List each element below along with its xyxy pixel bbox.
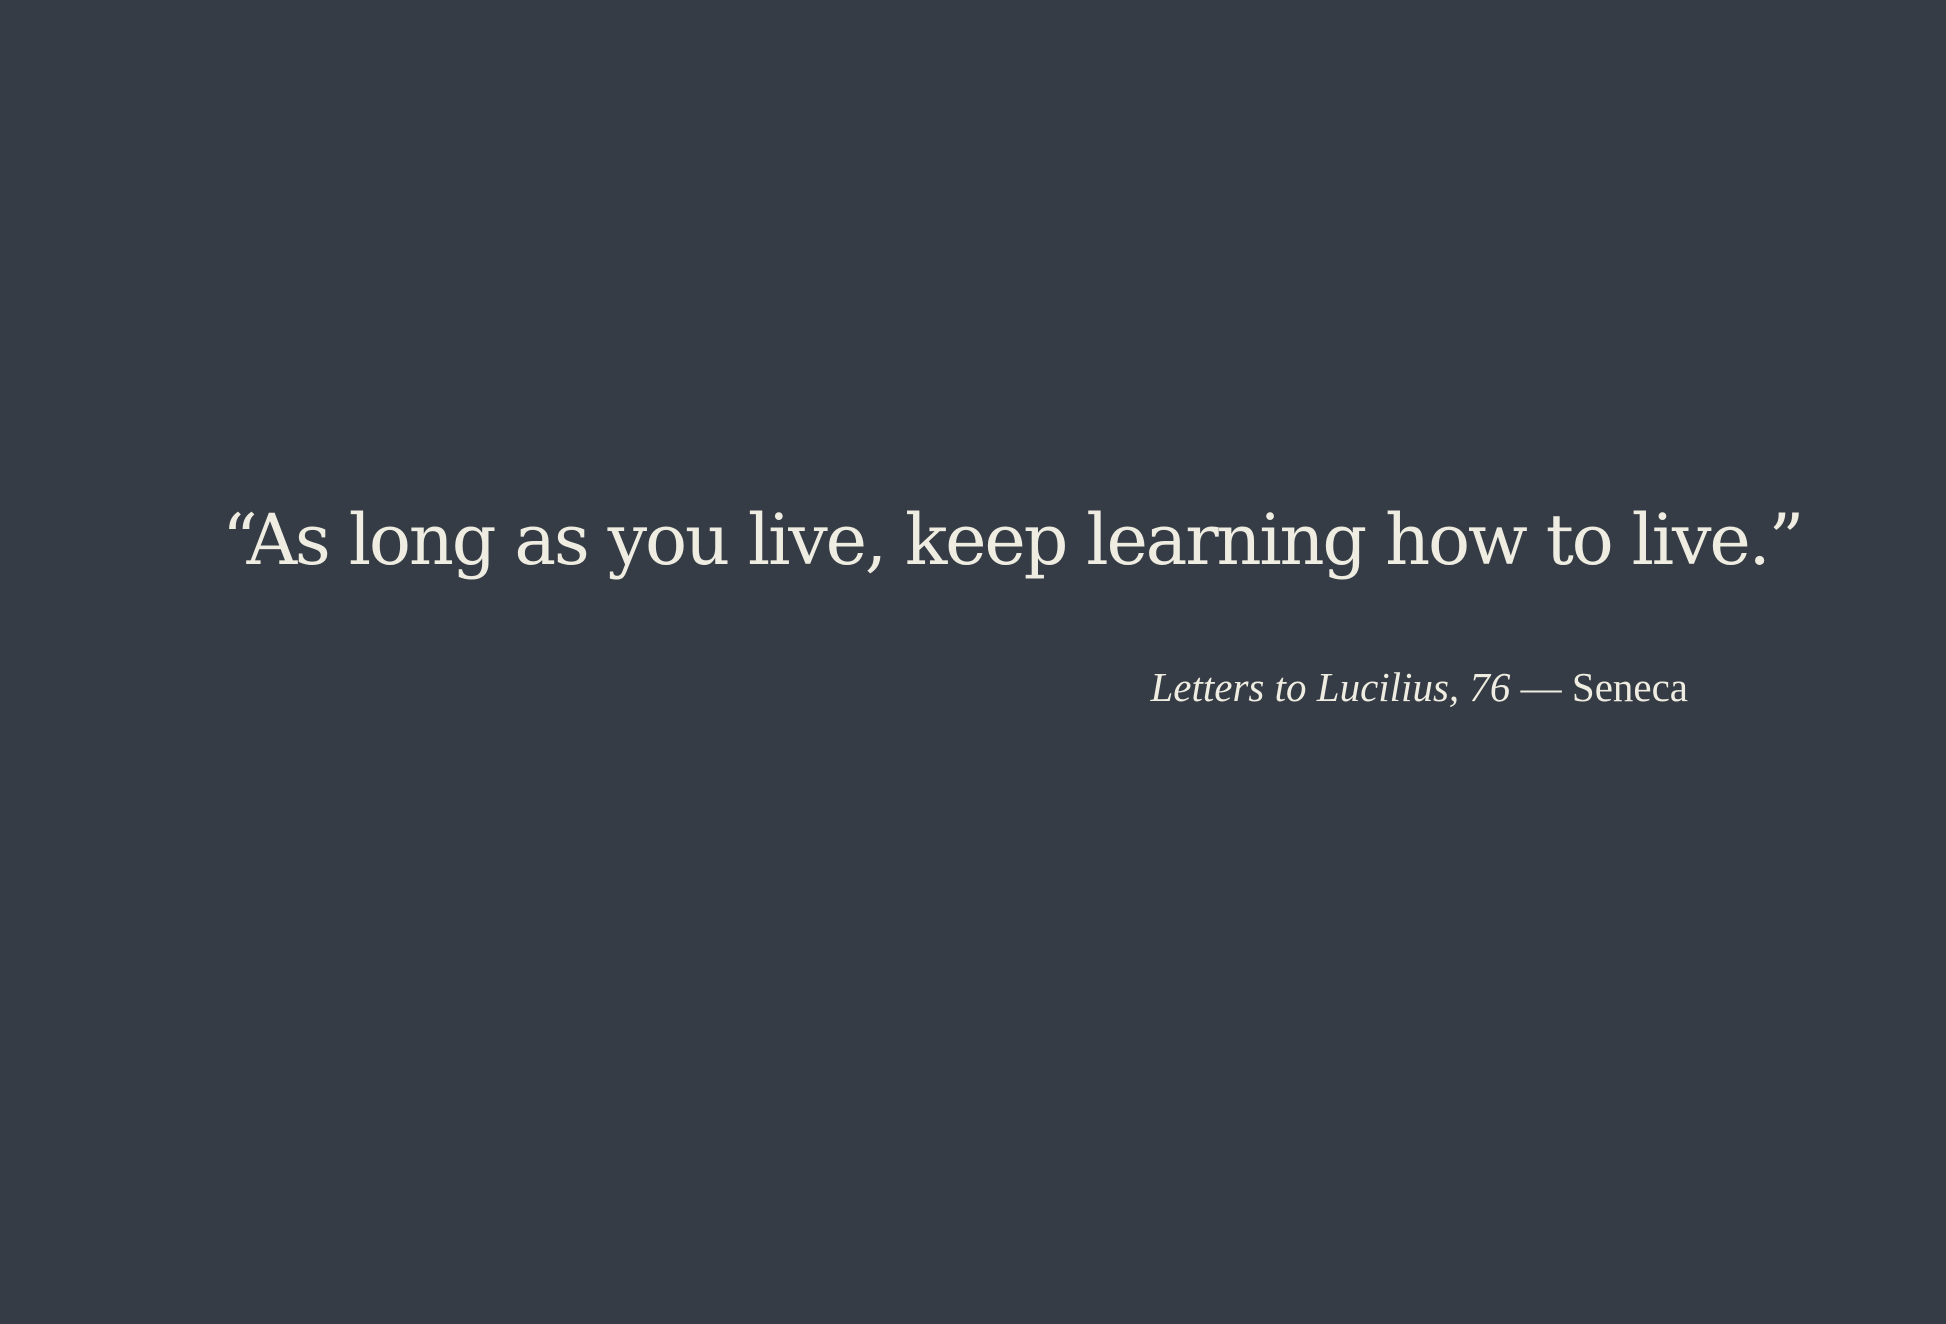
attribution-separator: — (1510, 664, 1572, 710)
quote-author: Seneca (1571, 664, 1688, 710)
quote-text: “As long as you live, keep learning how … (222, 499, 1804, 581)
quote-source: Letters to Lucilius, 76 (1150, 664, 1511, 710)
quote-page: { "quote": { "text": "“As long as you li… (0, 0, 1946, 1324)
attribution: Letters to Lucilius, 76 — Seneca (222, 667, 1692, 708)
quote-block: “As long as you live, keep learning how … (222, 499, 1804, 708)
